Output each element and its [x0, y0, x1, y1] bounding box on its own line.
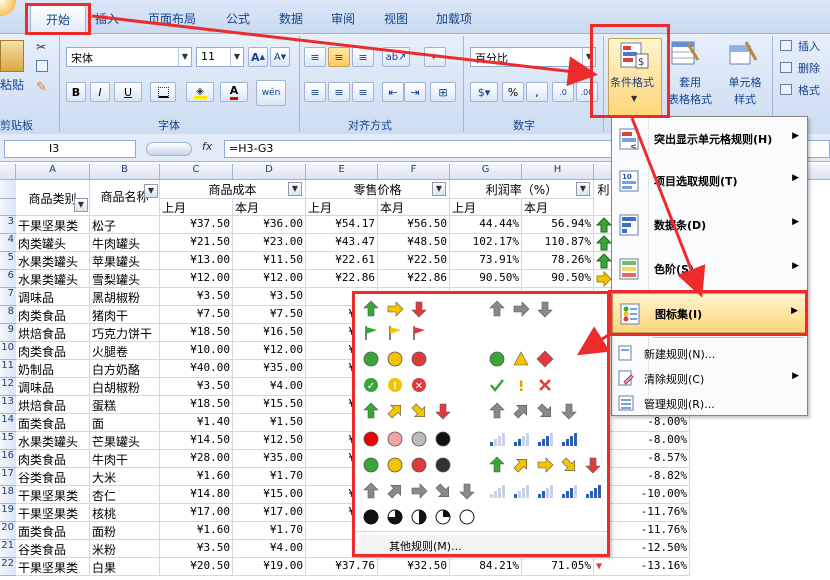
arrow-menu-to-gallery	[576, 326, 611, 356]
arrow-tab-to-button	[91, 14, 598, 87]
annotation-arrows	[91, 14, 706, 356]
arrow-button-to-menu	[630, 117, 706, 298]
